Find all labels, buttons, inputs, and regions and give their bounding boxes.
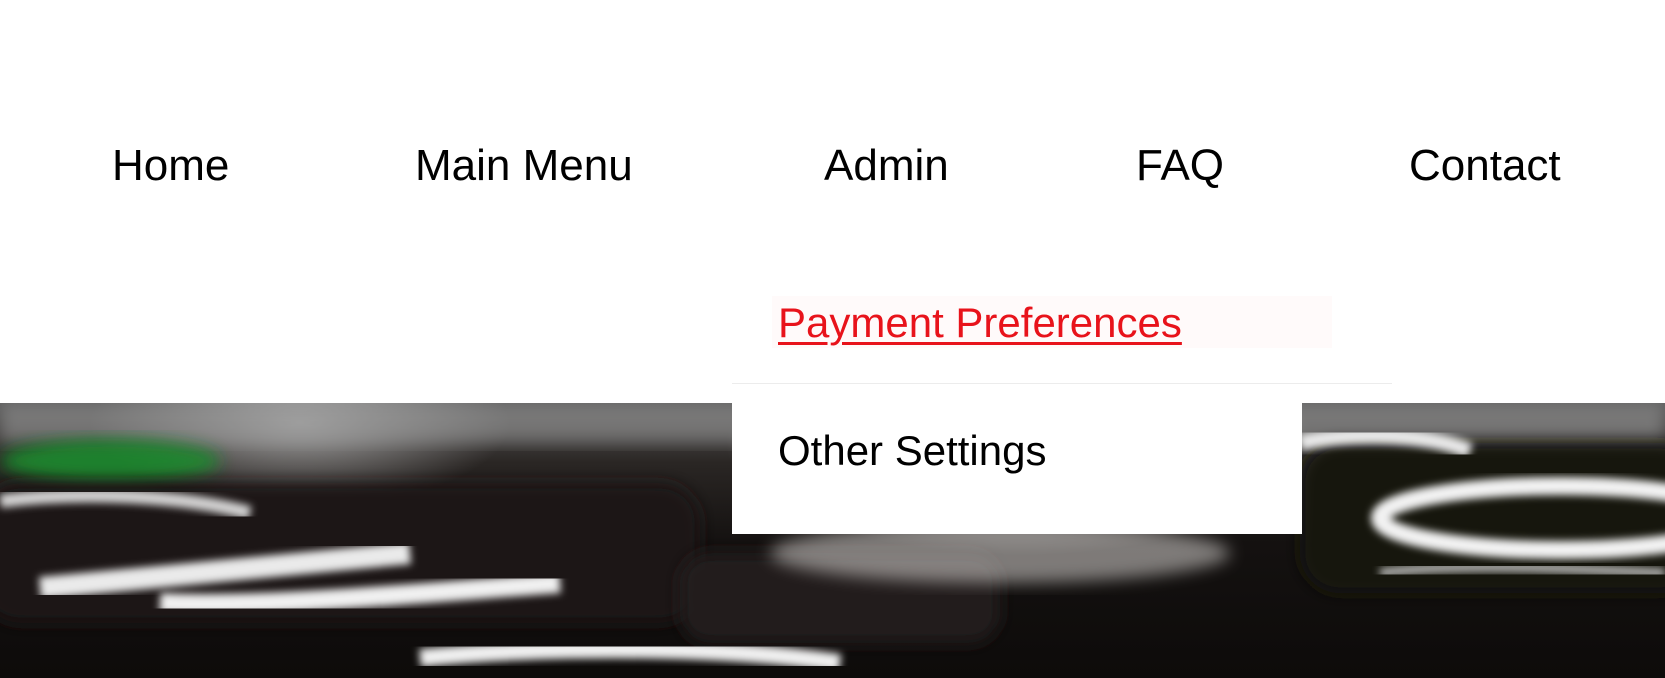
admin-dropdown-menu: Payment Preferences Other Settings <box>732 290 1392 534</box>
page: Home Main Menu Admin FAQ Contact Payment… <box>0 0 1665 678</box>
nav-item-admin[interactable]: Admin <box>824 138 949 194</box>
dropdown-item-other-settings[interactable]: Other Settings <box>732 384 1302 534</box>
nav-item-faq[interactable]: FAQ <box>1136 138 1224 194</box>
nav-item-contact[interactable]: Contact <box>1409 138 1561 194</box>
payment-preferences-link[interactable]: Payment Preferences <box>778 298 1182 348</box>
nav-item-main-menu[interactable]: Main Menu <box>415 138 633 194</box>
nav-item-home[interactable]: Home <box>112 138 229 194</box>
dropdown-item-payment-preferences[interactable]: Payment Preferences <box>732 290 1392 384</box>
other-settings-link[interactable]: Other Settings <box>778 426 1046 476</box>
